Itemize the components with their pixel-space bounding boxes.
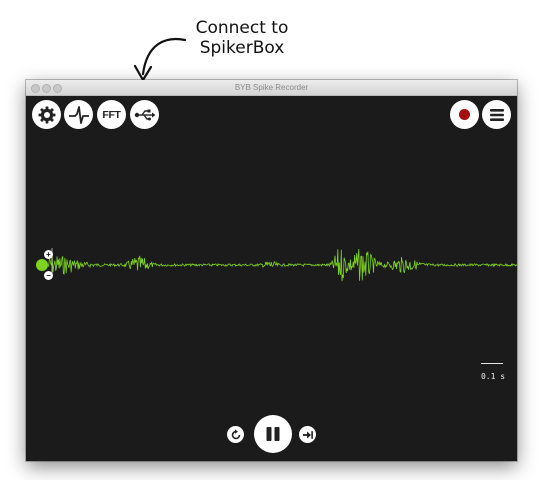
time-scale-label: 0.1 s bbox=[480, 372, 506, 381]
pause-icon bbox=[266, 427, 280, 441]
skip-forward-button[interactable] bbox=[299, 426, 316, 443]
annotation-line-2: SpikerBox bbox=[199, 38, 285, 58]
gain-minus-button[interactable]: − bbox=[44, 271, 53, 280]
annotation-text: Connect to SpikerBox bbox=[186, 18, 298, 58]
time-scale-bar bbox=[481, 363, 503, 364]
skip-forward-icon bbox=[302, 430, 313, 439]
signal-waveform bbox=[47, 248, 517, 282]
annotation-line-1: Connect to bbox=[195, 18, 289, 38]
gain-plus-button[interactable]: + bbox=[44, 250, 53, 259]
pause-button[interactable] bbox=[254, 415, 292, 453]
gain-handle[interactable] bbox=[36, 259, 48, 271]
app-window: BYB Spike Recorder FFT + − 0.1 s bbox=[26, 80, 517, 461]
screenshot: Connect to SpikerBox BYB Spike Recorder bbox=[0, 0, 540, 480]
rewind-button[interactable] bbox=[227, 426, 244, 443]
rewind-icon bbox=[231, 429, 240, 439]
